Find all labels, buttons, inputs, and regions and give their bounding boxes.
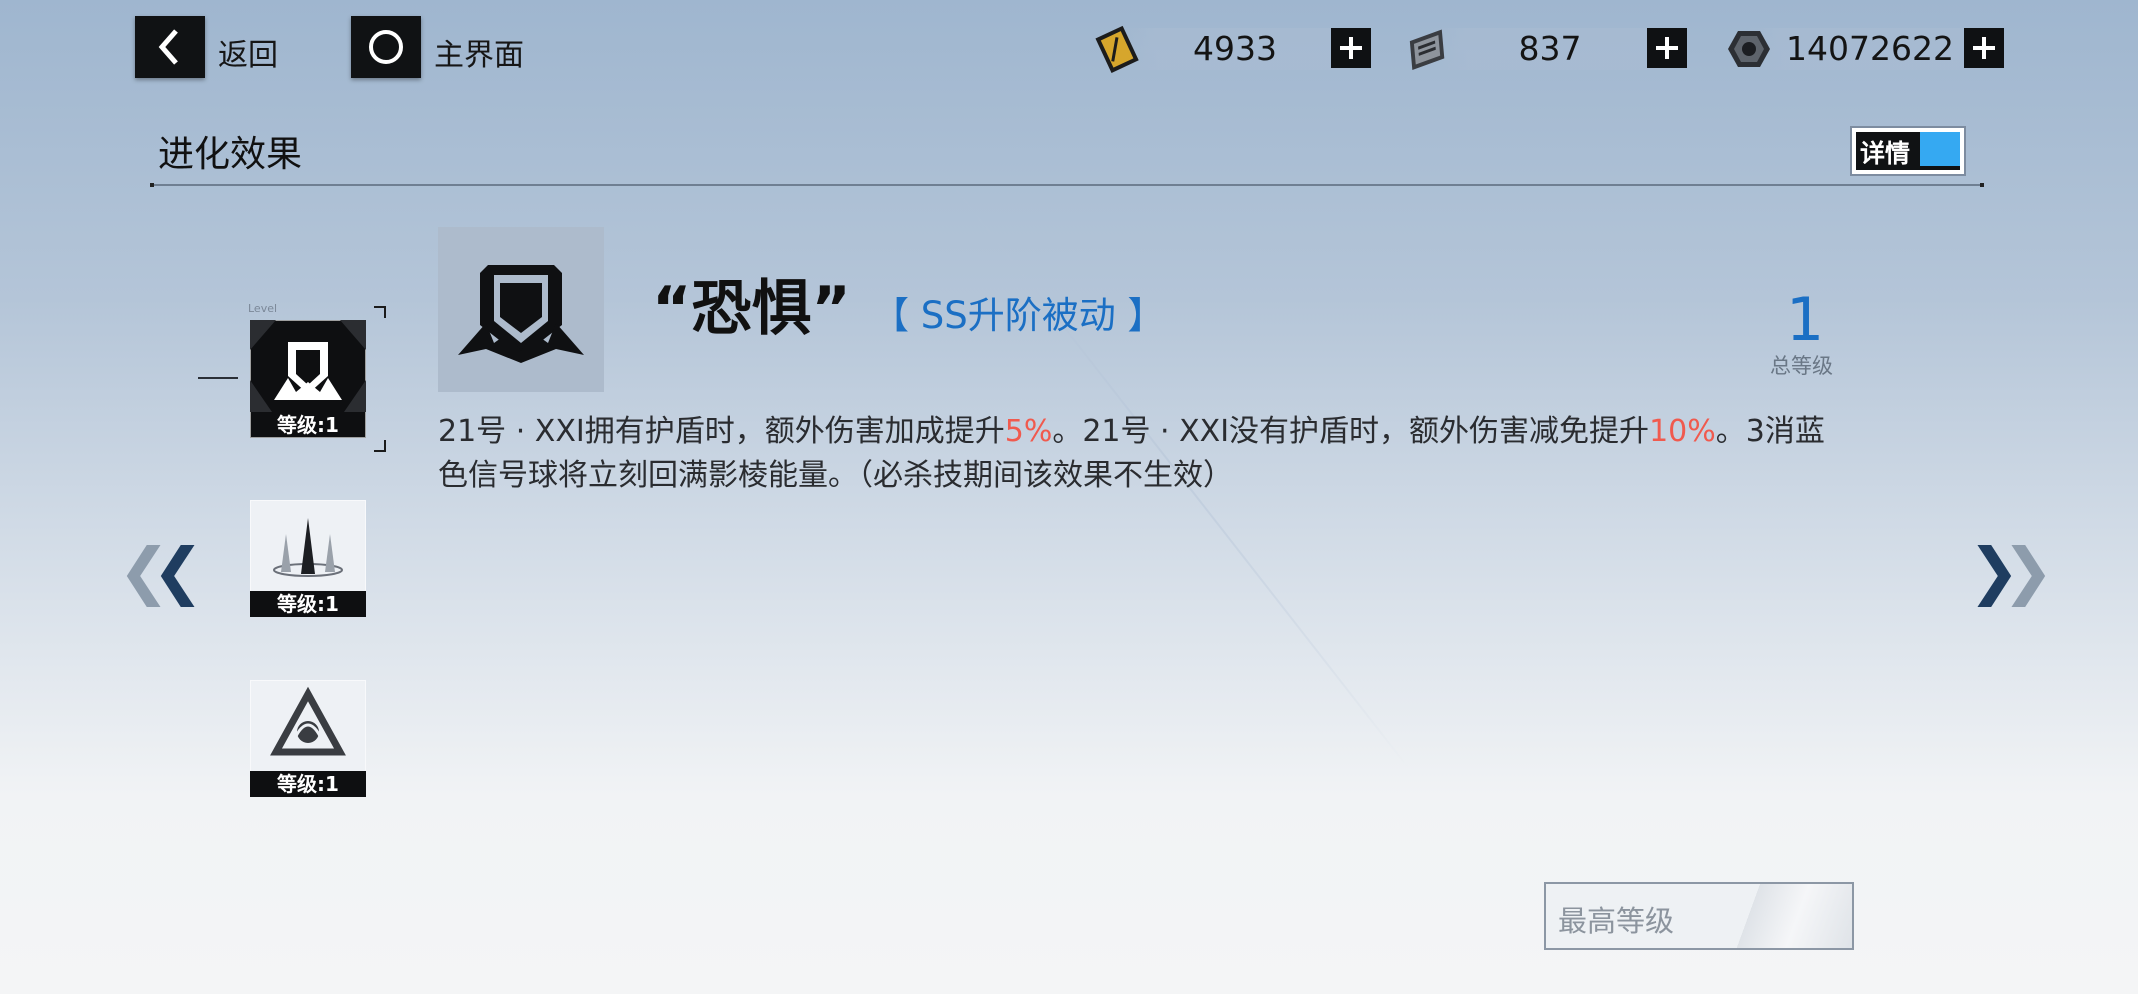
spikes-skill-icon <box>273 518 343 577</box>
skill-item-triangle[interactable]: 等级:1 <box>250 680 366 797</box>
home-circle-icon <box>369 30 403 64</box>
tickets-value: 4933 <box>1193 29 1277 68</box>
desc-text-1: 21号 · XXI拥有护盾时，额外伤害加成提升 <box>438 414 1005 449</box>
max-level-button[interactable]: 最高等级 <box>1544 882 1854 950</box>
selection-bracket-bottom <box>374 440 386 452</box>
chevron-left-icon <box>158 29 178 65</box>
skill-level-label: 等级:1 <box>277 413 339 437</box>
gold-ticket-icon <box>1095 25 1139 73</box>
skill-description: 21号 · XXI拥有护盾时，额外伤害加成提升5%。21号 · XXI没有护盾时… <box>438 410 1838 498</box>
skill-level-label: 等级:1 <box>250 771 366 797</box>
add-chips-button[interactable] <box>1647 28 1687 68</box>
skill-detail-icon <box>438 227 604 392</box>
section-title: 进化效果 <box>158 134 303 175</box>
back-label[interactable]: 返回 <box>218 30 278 74</box>
back-button[interactable] <box>135 16 205 78</box>
total-level-label: 总等级 <box>1770 354 1833 378</box>
detail-toggle-label: 详情 <box>1860 139 1911 168</box>
skill-tag: 【 SS升阶被动 】 <box>872 294 1165 337</box>
add-nuts-button[interactable] <box>1964 28 2004 68</box>
detail-toggle[interactable]: 详情 <box>1850 126 1966 176</box>
chip-card-icon <box>1409 29 1445 70</box>
section-divider <box>150 183 1984 187</box>
selection-bracket-top <box>374 306 386 318</box>
desc-value-2: 10% <box>1649 414 1716 449</box>
max-level-label: 最高等级 <box>1558 904 1675 938</box>
skill-item-shield[interactable]: 等级:1 <box>250 320 366 438</box>
next-arrow-button[interactable]: ❯❯ <box>1968 534 2054 607</box>
level-tag: Level <box>248 302 278 315</box>
hex-nut-icon <box>1728 31 1770 67</box>
home-label[interactable]: 主界面 <box>434 30 524 74</box>
triangle-skill-icon <box>270 686 346 756</box>
skill-item-spikes[interactable]: 等级:1 <box>250 500 366 617</box>
add-tickets-button[interactable] <box>1331 28 1371 68</box>
desc-text-2: 。21号 · XXI没有护盾时，额外伤害减免提升 <box>1052 414 1650 449</box>
desc-value-1: 5% <box>1004 414 1053 449</box>
detail-toggle-knob <box>1920 132 1960 166</box>
shield-skill-icon <box>250 320 366 412</box>
nuts-value: 14072622 <box>1786 29 1954 68</box>
total-level-value: 1 <box>1786 285 1825 355</box>
prev-arrow-button[interactable]: ❮❮ <box>118 534 204 607</box>
chips-value: 837 <box>1518 29 1582 68</box>
skill-level-label: 等级:1 <box>250 591 366 617</box>
shield-burst-icon <box>458 265 584 363</box>
selection-connector <box>198 377 238 379</box>
home-button[interactable] <box>351 16 421 78</box>
skill-name: “恐惧” <box>652 274 851 344</box>
